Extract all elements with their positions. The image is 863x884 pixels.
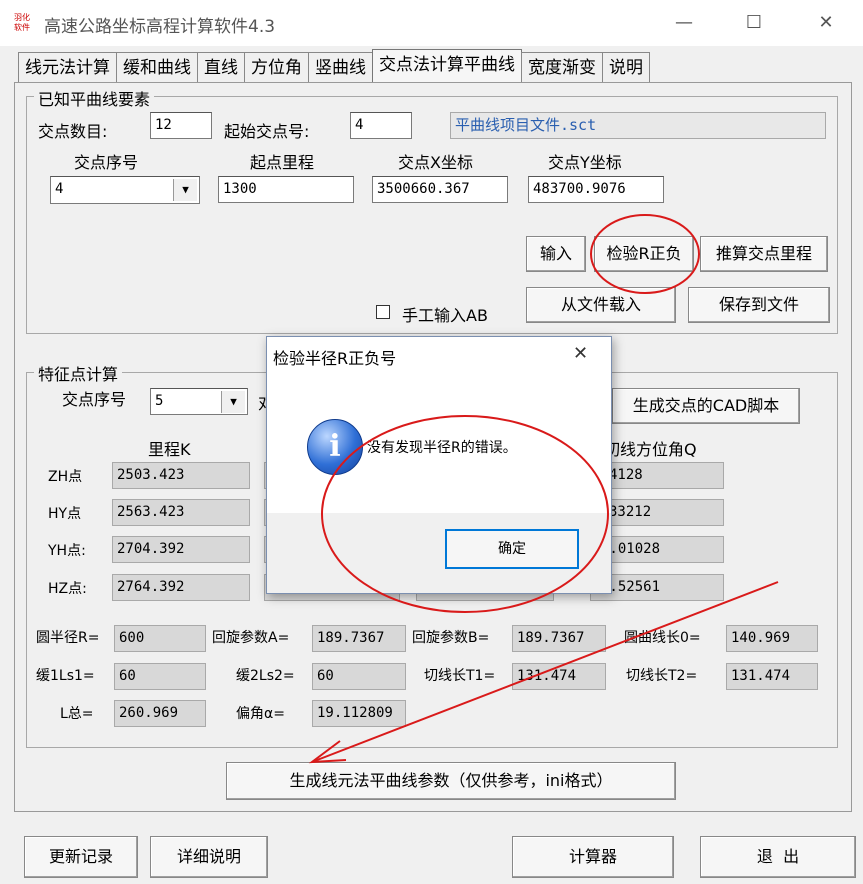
feature-points-legend: 特征点计算 — [34, 361, 123, 385]
intersection-index-value: 4 — [55, 181, 64, 197]
start-intersection-label: 起始交点号: — [224, 122, 310, 141]
tab-intersection-method[interactable]: 交点法计算平曲线 — [372, 49, 522, 83]
tab-strip: 线元法计算 缓和曲线 直线 方位角 竖曲线 交点法计算平曲线 宽度渐变 说明 — [18, 49, 650, 84]
dialog-message: 没有发现半径R的错误。 — [367, 440, 517, 456]
tab-width-transition[interactable]: 宽度渐变 — [521, 52, 603, 82]
exit-button[interactable]: 退 出 — [700, 836, 856, 878]
maximize-icon[interactable]: ☐ — [734, 8, 774, 38]
col-start-mileage-label: 起点里程 — [250, 153, 315, 172]
param-b-field: 189.7367 — [512, 625, 606, 652]
y-coordinate-input[interactable]: 483700.9076 — [528, 176, 664, 203]
update-log-button[interactable]: 更新记录 — [24, 836, 138, 878]
deflection-angle-field: 19.112809 — [312, 700, 406, 727]
hy-mileage-field: 2563.423 — [112, 499, 250, 526]
intersection-count-input[interactable]: 12 — [150, 112, 212, 139]
arc-length-label: 圆曲线长0= — [624, 630, 701, 646]
tab-help[interactable]: 说明 — [602, 52, 650, 82]
calculator-button[interactable]: 计算器 — [512, 836, 674, 878]
t1-label: 切线长T1= — [424, 668, 496, 684]
load-from-file-button[interactable]: 从文件载入 — [526, 287, 676, 323]
tab-transition-curve[interactable]: 缓和曲线 — [116, 52, 198, 82]
arc-length-field: 140.969 — [726, 625, 818, 652]
close-icon[interactable]: ✕ — [573, 343, 588, 364]
tab-vertical-curve[interactable]: 竖曲线 — [308, 52, 373, 82]
hy-point-label: HY点 — [48, 506, 82, 522]
deflection-angle-label: 偏角α= — [236, 706, 285, 722]
param-a-label: 回旋参数A= — [212, 630, 290, 646]
check-r-dialog: 检验半径R正负号 ✕ i 没有发现半径R的错误。 确定 — [266, 336, 612, 594]
save-to-file-button[interactable]: 保存到文件 — [688, 287, 830, 323]
dialog-title: 检验半径R正负号 — [273, 349, 397, 368]
ls2-label: 缓2Ls2= — [236, 668, 295, 684]
calc-intersection-mileage-button[interactable]: 推算交点里程 — [700, 236, 828, 272]
chevron-down-icon[interactable]: ▼ — [221, 391, 245, 413]
zh-mileage-field: 2503.423 — [112, 462, 250, 489]
start-intersection-input[interactable]: 4 — [350, 112, 412, 139]
minimize-icon[interactable]: — — [664, 8, 704, 38]
x-coordinate-input[interactable]: 3500660.367 — [372, 176, 508, 203]
total-length-label: L总= — [60, 706, 94, 722]
detailed-help-button[interactable]: 详细说明 — [150, 836, 268, 878]
yh-mileage-field: 2704.392 — [112, 536, 250, 563]
tab-element-method[interactable]: 线元法计算 — [18, 52, 117, 82]
radius-field: 600 — [114, 625, 206, 652]
param-a-field: 189.7367 — [312, 625, 406, 652]
project-file-field: 平曲线项目文件.sct — [450, 112, 826, 139]
intersection-index-select[interactable]: 4 ▼ — [50, 176, 200, 204]
feature-index-label: 交点序号 — [62, 390, 127, 409]
azimuth-col-label: 切线方位角Q — [604, 440, 697, 459]
known-elements-legend: 已知平曲线要素 — [34, 86, 155, 110]
check-r-sign-button[interactable]: 检验R正负 — [594, 236, 694, 272]
input-button[interactable]: 输入 — [526, 236, 586, 272]
tab-straight-line[interactable]: 直线 — [197, 52, 245, 82]
param-b-label: 回旋参数B= — [412, 630, 490, 646]
radius-label: 圆半径R= — [36, 630, 100, 646]
title-bar: 羽化 软件 高速公路坐标高程计算软件4.3 — ☐ ✕ — [0, 0, 863, 46]
manual-ab-checkbox[interactable] — [376, 305, 390, 319]
feature-index-value: 5 — [155, 393, 164, 409]
total-length-field: 260.969 — [114, 700, 206, 727]
hz-mileage-field: 2764.392 — [112, 574, 250, 601]
start-mileage-input[interactable]: 1300 — [218, 176, 354, 203]
ls1-label: 缓1Ls1= — [36, 668, 95, 684]
col-index-label: 交点序号 — [74, 153, 139, 172]
dialog-footer: 确定 — [267, 513, 611, 593]
tab-azimuth[interactable]: 方位角 — [244, 52, 309, 82]
zh-point-label: ZH点 — [48, 469, 83, 485]
ls1-field: 60 — [114, 663, 206, 690]
yh-point-label: YH点: — [48, 543, 86, 559]
t2-field: 131.474 — [726, 663, 818, 690]
mileage-col-label: 里程K — [148, 440, 191, 459]
t2-label: 切线长T2= — [626, 668, 698, 684]
generate-cad-script-button[interactable]: 生成交点的CAD脚本 — [612, 388, 800, 424]
col-y-label: 交点Y坐标 — [548, 153, 622, 172]
hz-point-label: HZ点: — [48, 581, 87, 597]
col-x-label: 交点X坐标 — [398, 153, 473, 172]
feature-index-select[interactable]: 5 ▼ — [150, 388, 248, 415]
generate-element-params-button[interactable]: 生成线元法平曲线参数（仅供参考，ini格式） — [226, 762, 676, 800]
ls2-field: 60 — [312, 663, 406, 690]
intersection-count-label: 交点数目: — [38, 122, 108, 141]
t1-field: 131.474 — [512, 663, 606, 690]
info-icon: i — [307, 419, 363, 475]
ok-button[interactable]: 确定 — [445, 529, 579, 569]
close-icon[interactable]: ✕ — [806, 8, 846, 38]
window-title: 高速公路坐标高程计算软件4.3 — [44, 17, 276, 37]
manual-ab-label: 手工输入AB — [402, 306, 488, 325]
app-icon: 羽化 软件 — [14, 13, 30, 32]
chevron-down-icon[interactable]: ▼ — [173, 179, 197, 201]
